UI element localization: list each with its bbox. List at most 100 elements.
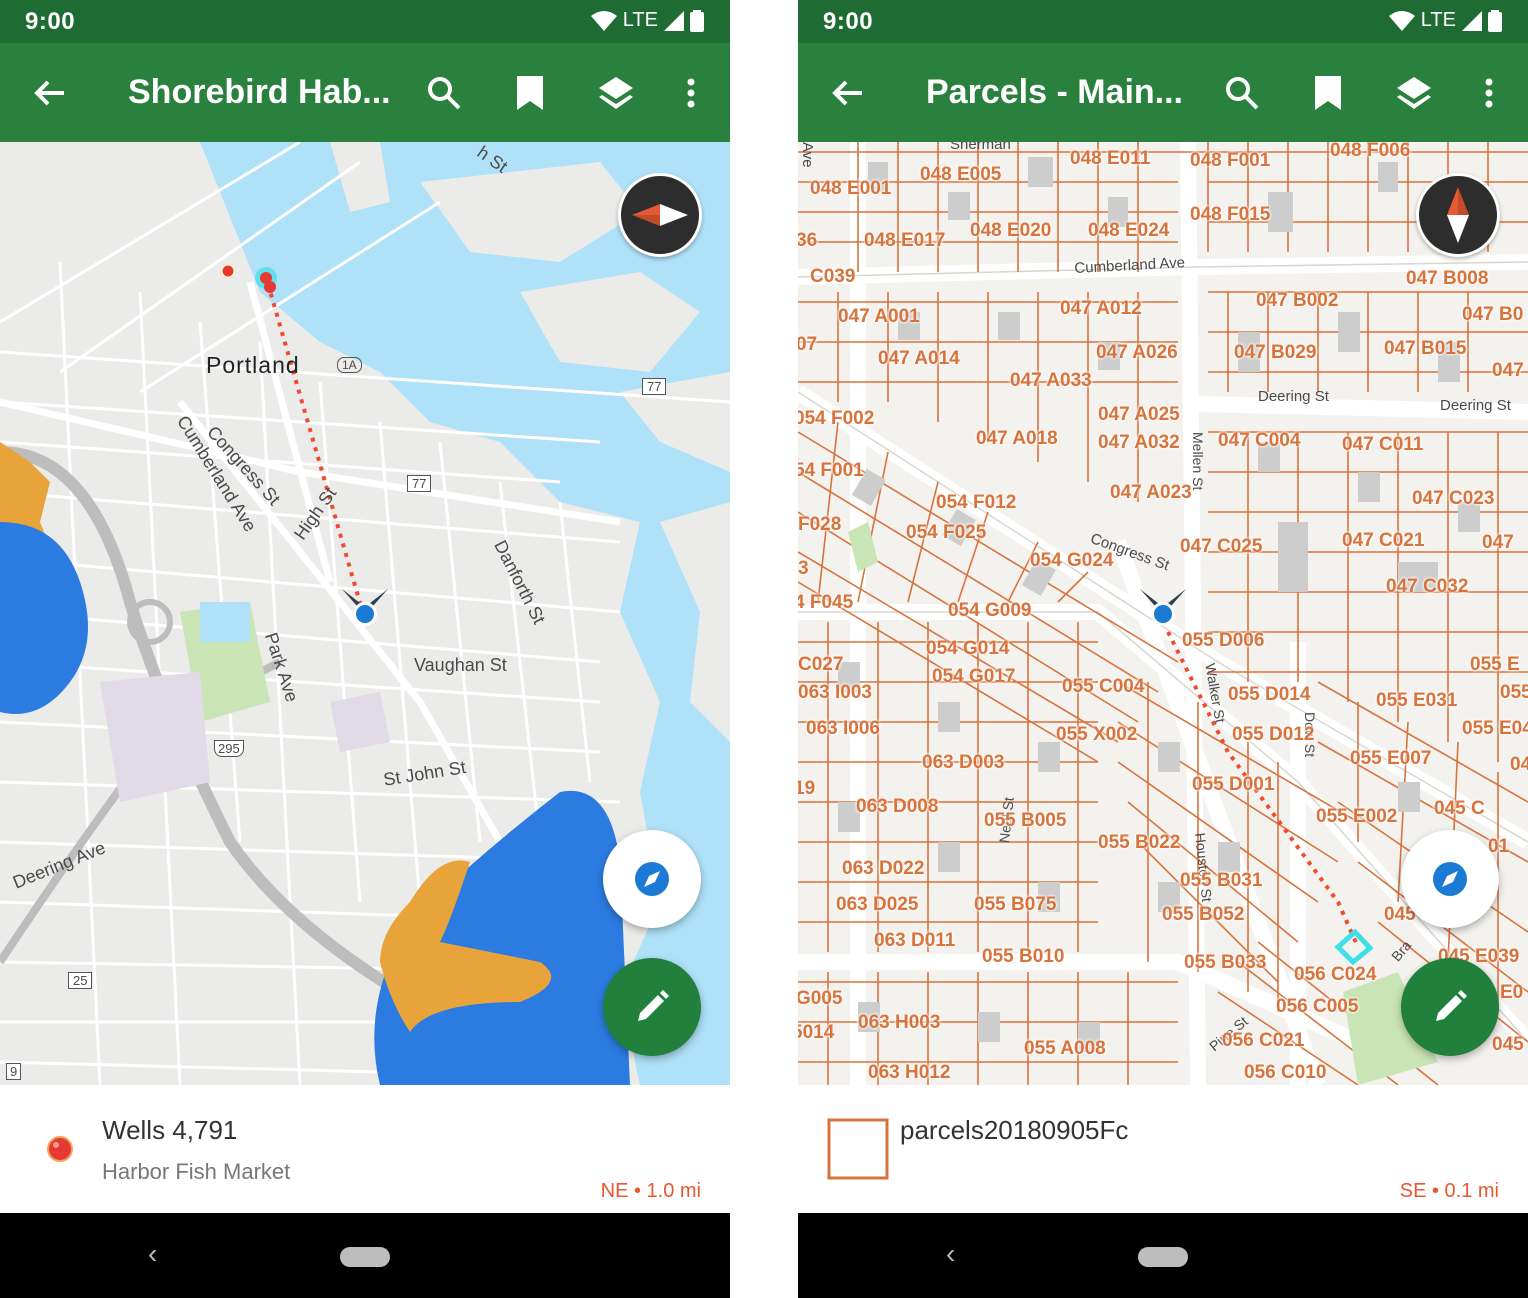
- search-icon[interactable]: [1217, 68, 1267, 118]
- parcel-label: 055 E002: [1316, 806, 1398, 827]
- layers-icon[interactable]: [591, 68, 641, 118]
- parcel-label: 054 G017: [932, 666, 1016, 687]
- feature-subtitle: Harbor Fish Market: [102, 1159, 291, 1184]
- edit-button[interactable]: [603, 958, 701, 1056]
- polygon-symbol-icon: [827, 1118, 889, 1180]
- street-label-deering-2: Deering St: [1440, 397, 1511, 414]
- nav-home-button[interactable]: [340, 1247, 390, 1267]
- parcel-label: 048 F001: [1190, 150, 1271, 171]
- parcel-label: F028: [798, 514, 842, 535]
- parcel-label: 054 G014: [926, 638, 1010, 659]
- parcel-label: 047 B008: [1406, 268, 1489, 289]
- parcel-label: 063 D011: [874, 930, 956, 951]
- locate-button[interactable]: [1401, 830, 1499, 928]
- route-shield-9: 9: [6, 1063, 22, 1080]
- map-title: Shorebird Hab...: [128, 73, 391, 111]
- search-icon[interactable]: [419, 68, 469, 118]
- back-arrow-icon[interactable]: [823, 68, 873, 118]
- parcel-label: 055 B005: [984, 810, 1067, 831]
- street-label-sherman: Sherman: [950, 142, 1011, 153]
- layers-icon[interactable]: [1389, 68, 1439, 118]
- parcel-label: 055 B075: [974, 894, 1057, 915]
- parcel-label: 045: [1492, 1034, 1524, 1055]
- parcel-label: 048 F015: [1190, 204, 1271, 225]
- parcel-label: 3: [798, 558, 809, 579]
- parcel-label: 048 E024: [1088, 220, 1170, 241]
- parcel-label: 048 E020: [970, 220, 1052, 241]
- parcel-label: 055 D014: [1228, 684, 1311, 705]
- parcel-label: 19: [798, 778, 816, 799]
- pencil-icon: [1436, 990, 1467, 1021]
- parcel-label: 054 G024: [1030, 550, 1114, 571]
- parcel-label: 047 C011: [1342, 434, 1424, 455]
- parcel-label: 047 C023: [1412, 488, 1495, 509]
- compass-icon[interactable]: [1416, 173, 1500, 257]
- city-label: Portland: [206, 352, 300, 378]
- parcel-label: 056 C021: [1222, 1030, 1305, 1051]
- parcel-label: 047 A032: [1098, 432, 1180, 453]
- parcel-label: 047 A033: [1010, 370, 1092, 391]
- parcel-label: 048 E005: [920, 164, 1002, 185]
- parcel-label: 055 A008: [1024, 1038, 1106, 1059]
- status-icons: LTE: [1388, 9, 1502, 32]
- feature-info-panel[interactable]: Wells 4,791 Harbor Fish Market NE • 1.0 …: [0, 1085, 730, 1213]
- parcel-label: 055 E031: [1376, 690, 1458, 711]
- compass-icon[interactable]: [618, 173, 702, 257]
- pencil-icon: [638, 990, 669, 1021]
- parcel-label: 063 I006: [806, 718, 880, 739]
- current-location-marker: [1138, 587, 1188, 632]
- route-shield-77b: 77: [407, 475, 432, 492]
- point-symbol-icon: [47, 1136, 73, 1162]
- parcel-label: 045 C: [1434, 798, 1485, 819]
- parcel-label: G005: [798, 988, 843, 1009]
- map-view[interactable]: Sherman Ave Cumberland Ave Deering St De…: [798, 142, 1528, 1085]
- parcel-label: 055 B033: [1184, 952, 1267, 973]
- navigation-icon: [635, 862, 669, 896]
- back-arrow-icon[interactable]: [25, 68, 75, 118]
- parcel-label: 047: [1492, 360, 1524, 381]
- parcel-label: 047 A025: [1098, 404, 1180, 425]
- parcel-label: 063 H003: [858, 1012, 941, 1033]
- nav-back-icon[interactable]: ‹: [946, 1238, 955, 1270]
- parcel-label: 048 F006: [1330, 142, 1411, 161]
- edit-button[interactable]: [1401, 958, 1499, 1056]
- parcel-label: 047 B002: [1256, 290, 1339, 311]
- status-time: 9:00: [823, 8, 874, 35]
- parcel-label: 055 E04: [1462, 718, 1528, 739]
- parcel-label: 048 E001: [810, 178, 892, 199]
- signal-icon: [1462, 10, 1482, 31]
- nav-home-button[interactable]: [1138, 1247, 1188, 1267]
- parcel-label: 056 C024: [1294, 964, 1377, 985]
- system-nav-bar: ‹: [0, 1213, 730, 1298]
- parcel-label: 056 C005: [1276, 996, 1359, 1017]
- parcel-label: 055 B031: [1180, 870, 1263, 891]
- parcel-label: 054 F025: [906, 522, 987, 543]
- parcel-label: 54 F001: [798, 460, 864, 481]
- parcel-label: 047 B015: [1384, 338, 1467, 359]
- parcel-label: 055 C004: [1062, 676, 1145, 697]
- parcel-label: 047 A012: [1060, 298, 1142, 319]
- more-vert-icon[interactable]: [1464, 68, 1514, 118]
- nav-back-icon[interactable]: ‹: [148, 1238, 157, 1270]
- parcel-label: 07: [798, 334, 818, 355]
- feature-direction-distance: NE • 1.0 mi: [600, 1180, 701, 1202]
- more-vert-icon[interactable]: [666, 68, 716, 118]
- feature-direction-distance: SE • 0.1 mi: [1399, 1180, 1499, 1202]
- wifi-icon: [590, 10, 617, 31]
- street-label-ave: Ave: [799, 142, 816, 168]
- parcel-label: 063 D003: [922, 752, 1005, 773]
- feature-info-panel[interactable]: parcels20180905Fc SE • 0.1 mi: [798, 1085, 1528, 1213]
- parcel-label: 054 F012: [936, 492, 1017, 513]
- parcel-label: 054 F002: [798, 408, 875, 429]
- route-shield-77a: 77: [642, 378, 667, 395]
- status-time: 9:00: [25, 8, 76, 35]
- bookmark-icon[interactable]: [505, 68, 555, 118]
- locate-button[interactable]: [603, 830, 701, 928]
- parcel-label: 055 D012: [1232, 724, 1315, 745]
- parcel-label: E0: [1500, 982, 1524, 1003]
- map-view[interactable]: Portland 1A 77 77 295 25 9 Congress St C…: [0, 142, 730, 1085]
- bookmark-icon[interactable]: [1303, 68, 1353, 118]
- parcel-label: 055 B010: [982, 946, 1065, 967]
- feature-title: Wells 4,791: [102, 1115, 238, 1145]
- battery-icon: [690, 9, 704, 32]
